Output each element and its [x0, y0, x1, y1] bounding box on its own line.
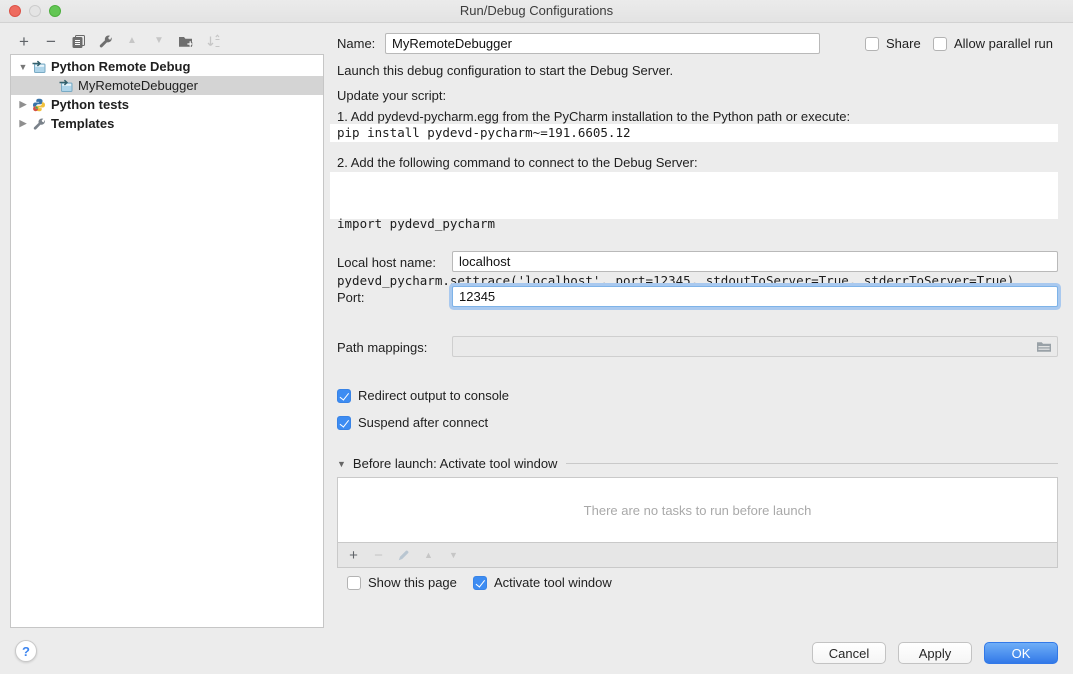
move-task-down-icon[interactable]: ▼	[447, 547, 460, 563]
update-script-text: Update your script:	[337, 88, 446, 103]
edit-task-icon[interactable]	[397, 547, 410, 563]
settrace-code-block: import pydevd_pycharm pydevd_pycharm.set…	[330, 172, 1058, 219]
apply-button[interactable]: Apply	[898, 642, 972, 664]
dialog-buttons: Cancel Apply OK	[812, 642, 1058, 664]
configurations-tree: ▼ Python Remote Debug MyRemoteDebugger	[10, 54, 324, 628]
configurations-toolbar: + − ▲ ▼	[15, 31, 222, 51]
add-configuration-icon[interactable]: +	[15, 32, 33, 50]
chevron-collapsed-icon[interactable]: ▶	[18, 118, 28, 129]
move-up-icon[interactable]: ▲	[123, 32, 141, 50]
window-title: Run/Debug Configurations	[0, 0, 1073, 21]
allow-parallel-run-checkbox[interactable]	[933, 37, 947, 51]
python-tests-icon	[32, 98, 46, 112]
allow-parallel-run-option[interactable]: Allow parallel run	[933, 36, 1053, 51]
port-input[interactable]	[452, 286, 1058, 307]
templates-wrench-icon	[32, 117, 46, 131]
tree-item-python-tests[interactable]: ▶ Python tests	[11, 95, 323, 114]
sort-configurations-icon[interactable]	[204, 32, 222, 50]
name-label: Name:	[337, 36, 375, 51]
ok-button[interactable]: OK	[984, 642, 1058, 664]
tree-item-templates[interactable]: ▶ Templates	[11, 114, 323, 133]
help-button[interactable]: ?	[15, 640, 37, 662]
cancel-button[interactable]: Cancel	[812, 642, 886, 664]
collapse-triangle-icon[interactable]: ▼	[337, 459, 346, 469]
before-launch-panel: There are no tasks to run before launch …	[337, 477, 1058, 568]
tree-item-label: Python Remote Debug	[51, 59, 190, 74]
remote-debug-config-icon	[32, 60, 46, 74]
redirect-output-checkbox[interactable]	[337, 389, 351, 403]
settrace-code-line1: import pydevd_pycharm	[337, 214, 1058, 233]
pip-install-code: pip install pydevd-pycharm~=191.6605.12	[330, 124, 1058, 142]
window-controls	[9, 5, 61, 17]
help-icon: ?	[22, 644, 30, 659]
path-mappings-input[interactable]	[452, 336, 1058, 357]
chevron-collapsed-icon[interactable]: ▶	[18, 99, 28, 110]
local-host-input[interactable]	[452, 251, 1058, 272]
remove-configuration-icon[interactable]: −	[42, 32, 60, 50]
name-input[interactable]	[385, 33, 820, 54]
edit-templates-icon[interactable]	[96, 32, 114, 50]
move-task-up-icon[interactable]: ▲	[422, 547, 435, 563]
suspend-after-connect-label: Suspend after connect	[358, 415, 488, 430]
path-mappings-label: Path mappings:	[337, 340, 427, 355]
tree-item-label: Templates	[51, 116, 114, 131]
zoom-button[interactable]	[49, 5, 61, 17]
step2-text: 2. Add the following command to connect …	[337, 155, 698, 170]
share-label: Share	[886, 36, 921, 51]
close-button[interactable]	[9, 5, 21, 17]
redirect-output-option[interactable]: Redirect output to console	[337, 388, 509, 403]
suspend-after-connect-checkbox[interactable]	[337, 416, 351, 430]
minimize-button	[29, 5, 41, 17]
title-bar: Run/Debug Configurations	[0, 0, 1073, 23]
add-task-icon[interactable]: +	[347, 547, 360, 563]
intro-text: Launch this debug configuration to start…	[337, 63, 673, 78]
remove-task-icon[interactable]: −	[372, 547, 385, 563]
activate-tool-window-option[interactable]: Activate tool window	[473, 575, 612, 590]
share-checkbox[interactable]	[865, 37, 879, 51]
remote-debug-config-icon	[59, 79, 73, 93]
activate-tool-window-label: Activate tool window	[494, 575, 612, 590]
chevron-expanded-icon[interactable]: ▼	[18, 62, 28, 72]
show-this-page-label: Show this page	[368, 575, 457, 590]
step1-text: 1. Add pydevd-pycharm.egg from the PyCha…	[337, 109, 850, 124]
tree-item-myremotedebugger[interactable]: MyRemoteDebugger	[11, 76, 323, 95]
separator-line	[566, 463, 1058, 464]
show-this-page-checkbox[interactable]	[347, 576, 361, 590]
redirect-output-label: Redirect output to console	[358, 388, 509, 403]
new-folder-icon[interactable]	[177, 32, 195, 50]
browse-folder-icon[interactable]	[1036, 340, 1052, 353]
port-label: Port:	[337, 290, 364, 305]
allow-parallel-run-label: Allow parallel run	[954, 36, 1053, 51]
before-launch-title: Before launch: Activate tool window	[353, 456, 558, 471]
suspend-after-connect-option[interactable]: Suspend after connect	[337, 415, 488, 430]
share-option[interactable]: Share	[865, 36, 921, 51]
run-debug-configurations-dialog: Run/Debug Configurations + − ▲ ▼	[0, 0, 1073, 674]
activate-tool-window-checkbox[interactable]	[473, 576, 487, 590]
show-this-page-option[interactable]: Show this page	[347, 575, 457, 590]
copy-configuration-icon[interactable]	[69, 32, 87, 50]
before-launch-header[interactable]: ▼ Before launch: Activate tool window	[337, 456, 1058, 471]
tree-item-label: MyRemoteDebugger	[78, 78, 198, 93]
before-launch-toolbar: + − ▲ ▼	[338, 542, 1057, 567]
local-host-label: Local host name:	[337, 255, 436, 270]
move-down-icon[interactable]: ▼	[150, 32, 168, 50]
before-launch-empty-message: There are no tasks to run before launch	[338, 478, 1057, 542]
tree-item-label: Python tests	[51, 97, 129, 112]
tree-item-python-remote-debug[interactable]: ▼ Python Remote Debug	[11, 57, 323, 76]
